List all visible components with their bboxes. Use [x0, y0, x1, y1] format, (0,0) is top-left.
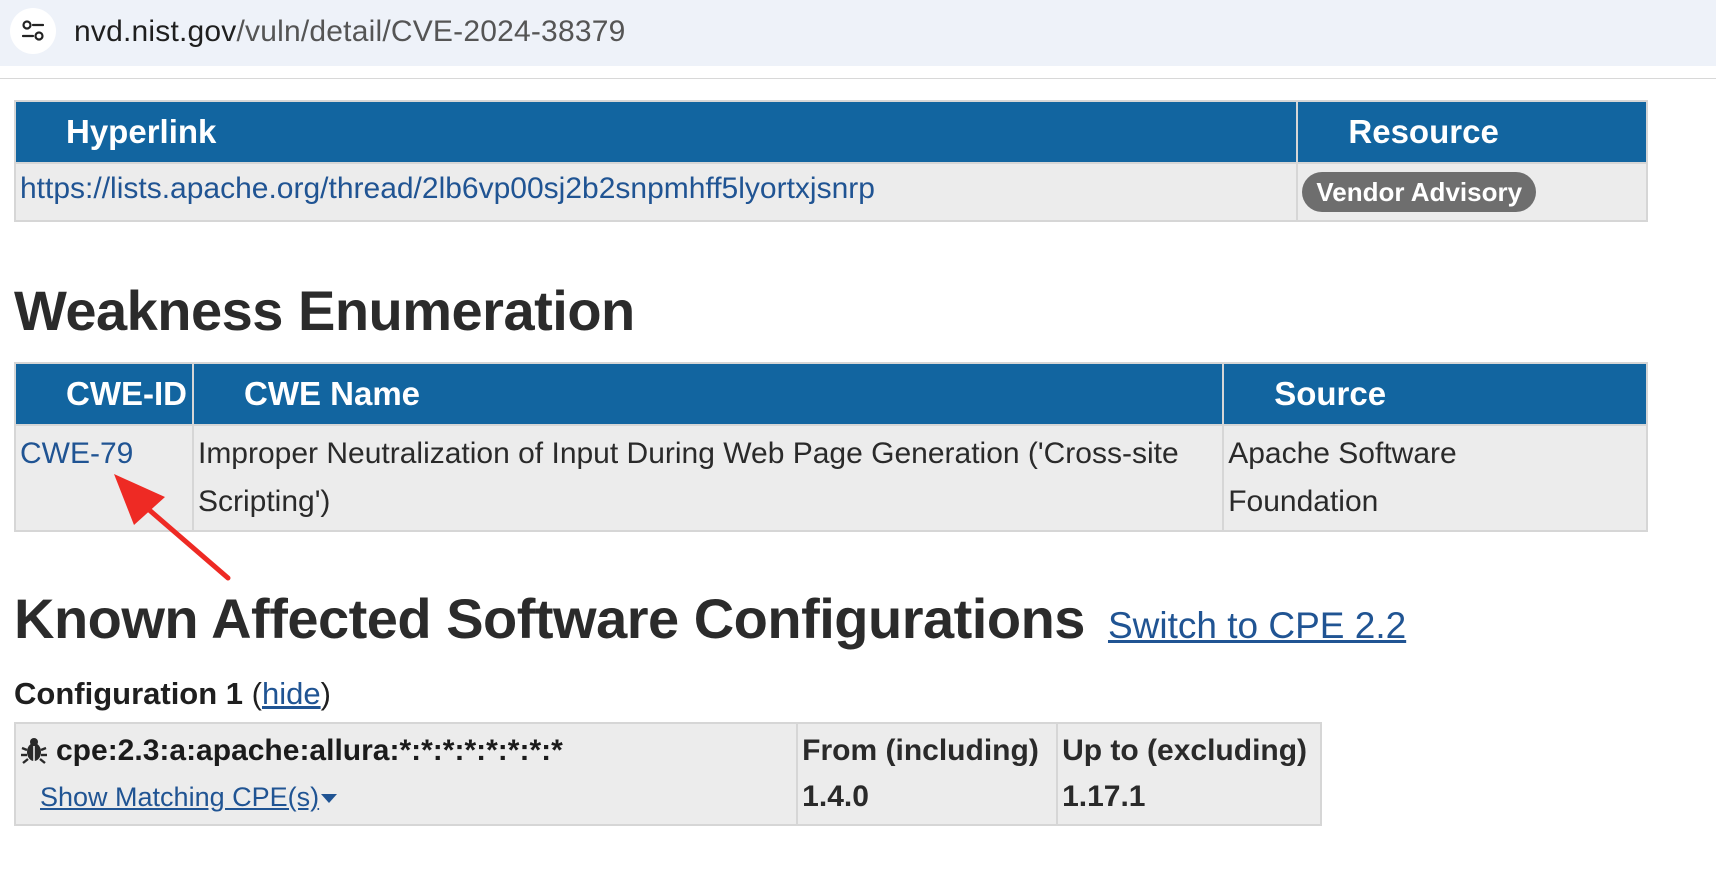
table-row: cpe:2.3:a:apache:allura:*:*:*:*:*:*:*:* …	[13, 722, 1322, 826]
vendor-advisory-badge: Vendor Advisory	[1302, 172, 1537, 212]
url-text[interactable]: nvd.nist.gov/vuln/detail/CVE-2024-38379	[74, 14, 625, 50]
table-header-row: CWE-ID CWE Name Source	[14, 362, 1648, 426]
cwe-source-cell: Apache Software Foundation	[1222, 424, 1648, 532]
url-path: /vuln/detail/CVE-2024-38379	[236, 15, 626, 48]
url-host: nvd.nist.gov	[74, 15, 237, 48]
toolbar-divider	[0, 78, 1716, 79]
table-header-row: Hyperlink Resource	[13, 100, 1648, 164]
configurations-title: Known Affected Software Configurations	[14, 587, 1085, 650]
bug-icon	[21, 738, 47, 764]
known-affected-configurations-heading: Known Affected Software Configurations S…	[14, 586, 1406, 651]
weakness-table: CWE-ID CWE Name Source CWE-79 Improper N…	[14, 362, 1648, 532]
configuration-table: cpe:2.3:a:apache:allura:*:*:*:*:*:*:*:* …	[13, 722, 1322, 826]
address-bar[interactable]: nvd.nist.gov/vuln/detail/CVE-2024-38379	[0, 0, 1716, 66]
references-table: Hyperlink Resource https://lists.apache.…	[13, 100, 1648, 222]
weakness-enumeration-heading: Weakness Enumeration	[14, 279, 635, 342]
caret-down-icon	[321, 794, 338, 803]
column-header-cwe-name: CWE Name	[191, 362, 1225, 426]
column-header-cwe-id: CWE-ID	[14, 362, 194, 426]
cpe-entry: cpe:2.3:a:apache:allura:*:*:*:*:*:*:*:*	[20, 728, 792, 774]
reference-link[interactable]: https://lists.apache.org/thread/2lb6vp00…	[20, 172, 875, 205]
show-matching-label: Show Matching CPE(s)	[40, 782, 320, 812]
up-to-excluding-value: 1.17.1	[1062, 780, 1146, 813]
column-header-resource: Resource	[1296, 100, 1648, 164]
configuration-label-text: Configuration 1	[14, 676, 244, 711]
from-including-label: From (including)	[802, 734, 1039, 767]
tune-icon	[22, 20, 44, 41]
configuration-1-label: Configuration 1 (hide)	[14, 676, 331, 712]
site-info-button[interactable]	[10, 8, 56, 54]
table-row: https://lists.apache.org/thread/2lb6vp00…	[13, 162, 1648, 222]
column-header-hyperlink: Hyperlink	[13, 100, 1299, 164]
cwe-name-cell: Improper Neutralization of Input During …	[191, 424, 1225, 532]
table-row: CWE-79 Improper Neutralization of Input …	[14, 424, 1648, 532]
from-including-value: 1.4.0	[802, 780, 869, 813]
column-header-source: Source	[1222, 362, 1648, 426]
switch-to-cpe22-link[interactable]: Switch to CPE 2.2	[1108, 605, 1406, 646]
paren-close: )	[320, 676, 331, 711]
up-to-excluding-label: Up to (excluding)	[1062, 734, 1308, 767]
cpe-string: cpe:2.3:a:apache:allura:*:*:*:*:*:*:*:*	[56, 734, 563, 767]
show-matching-cpes-link[interactable]: Show Matching CPE(s)	[40, 782, 338, 812]
paren-open: (	[251, 676, 262, 711]
hide-configuration-link[interactable]: hide	[262, 676, 321, 711]
cwe-79-link[interactable]: CWE-79	[20, 437, 133, 470]
